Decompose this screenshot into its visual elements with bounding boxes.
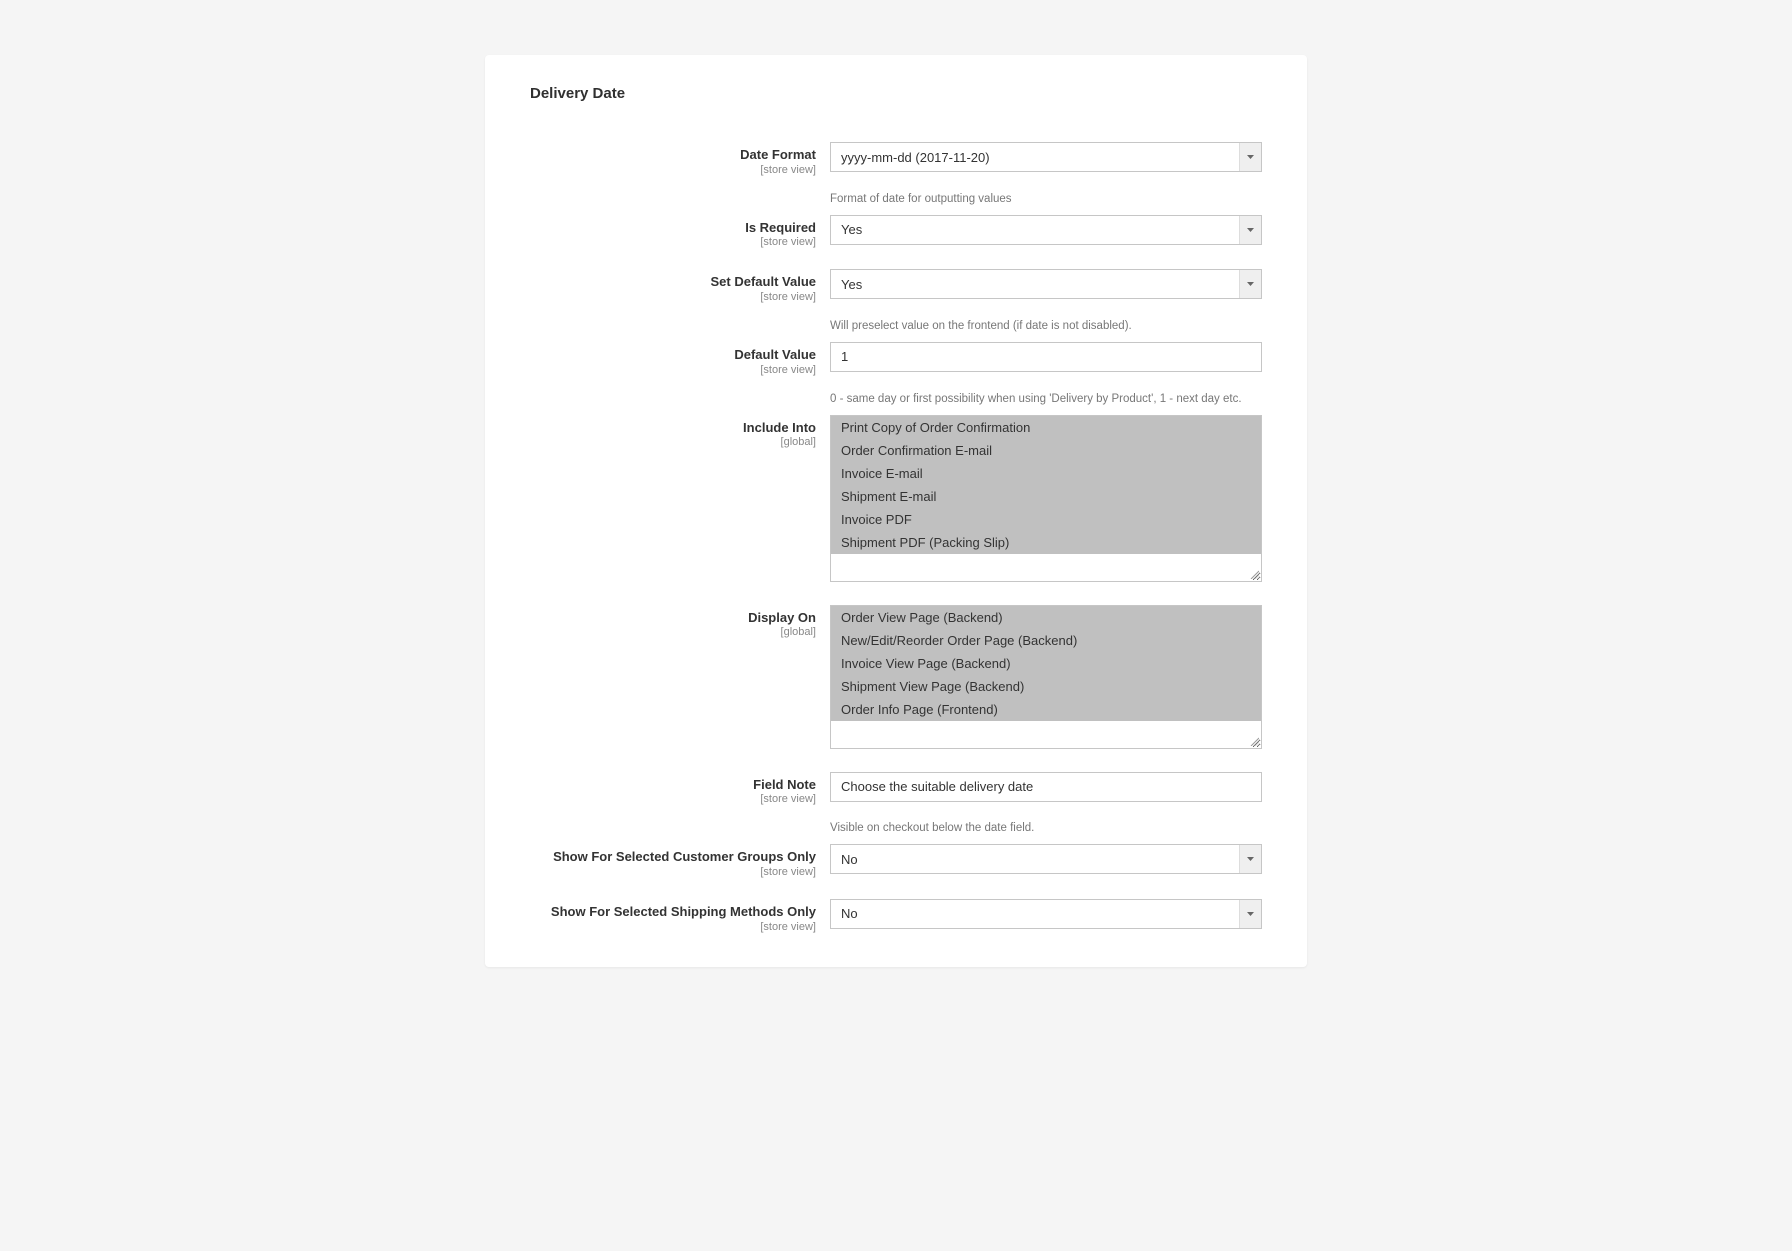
note-row: Visible on checkout below the date field… [530,814,1262,844]
ms-option[interactable]: Order View Page (Backend) [831,606,1261,629]
select-shipping-methods-value: No [841,906,1251,921]
note-field-note: Visible on checkout below the date field… [830,820,1034,836]
field-row-date-format: Date Format [store view] yyyy-mm-dd (201… [530,142,1262,176]
label-include-into: Include Into [530,420,816,436]
label-shipping-methods: Show For Selected Shipping Methods Only [530,904,816,920]
field-row-display-on: Display On [global] Order View Page (Bac… [530,605,1262,749]
select-shipping-methods-wrap: No [830,899,1262,929]
label-customer-groups: Show For Selected Customer Groups Only [530,849,816,865]
note-row: 0 - same day or first possibility when u… [530,385,1262,415]
label-col: Is Required [store view] [530,215,830,249]
label-is-required: Is Required [530,220,816,236]
label-col: Display On [global] [530,605,830,639]
ms-option[interactable]: Invoice PDF [831,508,1261,531]
label-col: Set Default Value [store view] [530,269,830,303]
label-col: Show For Selected Shipping Methods Only … [530,899,830,933]
ms-option[interactable]: Shipment PDF (Packing Slip) [831,531,1261,554]
label-default-value: Default Value [530,347,816,363]
note-row: Format of date for outputting values [530,185,1262,215]
multiselect-display-on[interactable]: Order View Page (Backend) New/Edit/Reord… [830,605,1262,749]
ms-option[interactable]: Order Confirmation E-mail [831,439,1261,462]
scope-include-into: [global] [530,436,816,448]
control-col [830,772,1262,802]
ms-option[interactable]: Shipment View Page (Backend) [831,675,1261,698]
control-col: yyyy-mm-dd (2017-11-20) [830,142,1262,172]
label-set-default: Set Default Value [530,274,816,290]
label-field-note: Field Note [530,777,816,793]
ms-option[interactable]: Print Copy of Order Confirmation [831,416,1261,439]
select-customer-groups[interactable]: No [830,844,1262,874]
control-col: No [830,899,1262,929]
label-display-on: Display On [530,610,816,626]
control-col: Print Copy of Order Confirmation Order C… [830,415,1262,582]
field-row-shipping-methods: Show For Selected Shipping Methods Only … [530,899,1262,933]
scope-set-default: [store view] [530,291,816,303]
select-is-required-value: Yes [841,222,1251,237]
scope-customer-groups: [store view] [530,866,816,878]
select-date-format-wrap: yyyy-mm-dd (2017-11-20) [830,142,1262,172]
ms-option[interactable]: Invoice E-mail [831,462,1261,485]
field-row-is-required: Is Required [store view] Yes [530,215,1262,249]
ms-option[interactable]: Shipment E-mail [831,485,1261,508]
select-customer-groups-value: No [841,852,1251,867]
field-row-customer-groups: Show For Selected Customer Groups Only [… [530,844,1262,878]
control-col: Yes [830,269,1262,299]
scope-field-note: [store view] [530,793,816,805]
ms-option[interactable]: Order Info Page (Frontend) [831,698,1261,721]
resize-grip-icon [1249,736,1259,746]
delivery-date-panel: Delivery Date Date Format [store view] y… [485,55,1307,967]
ms-option[interactable]: New/Edit/Reorder Order Page (Backend) [831,629,1261,652]
resize-grip-icon [1249,569,1259,579]
multiselect-include-into[interactable]: Print Copy of Order Confirmation Order C… [830,415,1262,582]
select-customer-groups-wrap: No [830,844,1262,874]
select-date-format-value: yyyy-mm-dd (2017-11-20) [841,150,1251,165]
label-col: Default Value [store view] [530,342,830,376]
note-date-format: Format of date for outputting values [830,191,1012,207]
scope-default-value: [store view] [530,364,816,376]
label-col: Include Into [global] [530,415,830,449]
control-col: Yes [830,215,1262,245]
control-col: No [830,844,1262,874]
select-shipping-methods[interactable]: No [830,899,1262,929]
select-is-required[interactable]: Yes [830,215,1262,245]
note-row: Will preselect value on the frontend (if… [530,312,1262,342]
input-default-value[interactable] [830,342,1262,372]
select-date-format[interactable]: yyyy-mm-dd (2017-11-20) [830,142,1262,172]
label-col: Show For Selected Customer Groups Only [… [530,844,830,878]
scope-shipping-methods: [store view] [530,921,816,933]
scope-is-required: [store view] [530,236,816,248]
label-col: Field Note [store view] [530,772,830,806]
scope-display-on: [global] [530,626,816,638]
field-row-default-value: Default Value [store view] [530,342,1262,376]
control-col [830,342,1262,372]
note-default-value: 0 - same day or first possibility when u… [830,391,1242,407]
select-is-required-wrap: Yes [830,215,1262,245]
scope-date-format: [store view] [530,164,816,176]
field-row-set-default: Set Default Value [store view] Yes [530,269,1262,303]
field-row-field-note: Field Note [store view] [530,772,1262,806]
label-date-format: Date Format [530,147,816,163]
input-field-note[interactable] [830,772,1262,802]
select-set-default-value: Yes [841,277,1251,292]
control-col: Order View Page (Backend) New/Edit/Reord… [830,605,1262,749]
label-col: Date Format [store view] [530,142,830,176]
select-set-default-wrap: Yes [830,269,1262,299]
select-set-default[interactable]: Yes [830,269,1262,299]
ms-option[interactable]: Invoice View Page (Backend) [831,652,1261,675]
panel-title: Delivery Date [530,85,1262,102]
field-row-include-into: Include Into [global] Print Copy of Orde… [530,415,1262,582]
note-set-default: Will preselect value on the frontend (if… [830,318,1132,334]
